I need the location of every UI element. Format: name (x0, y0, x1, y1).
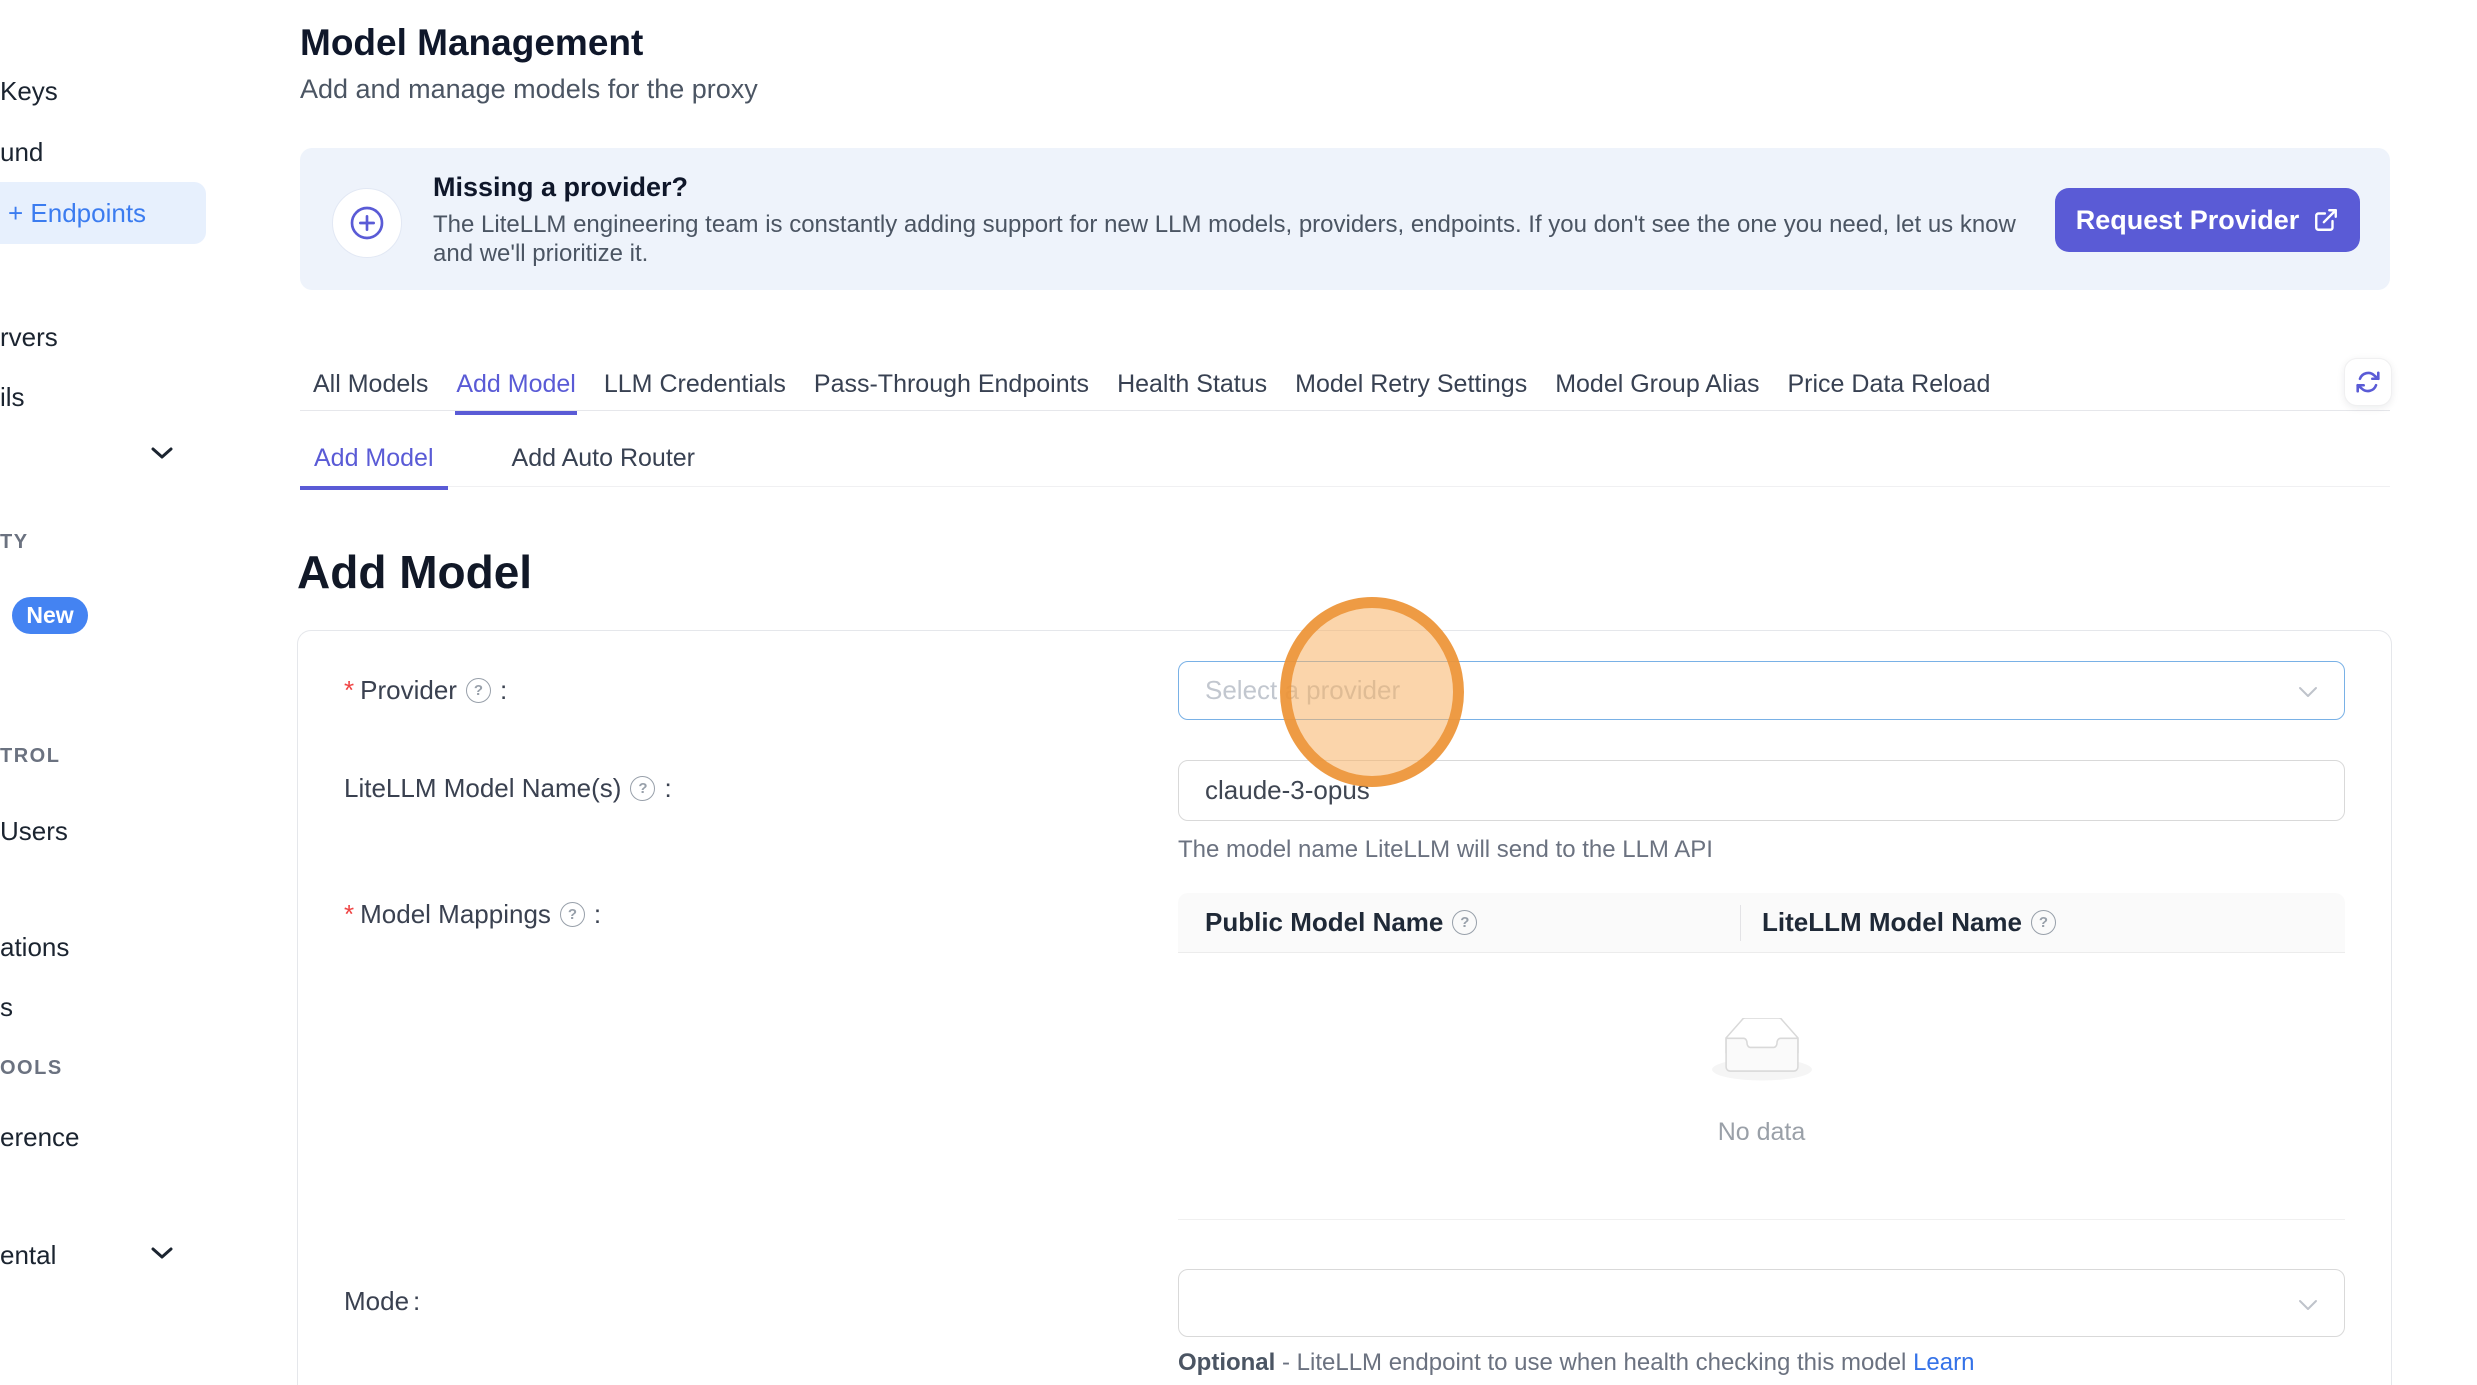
tab-llm-credentials[interactable]: LLM Credentials (603, 370, 787, 415)
model-management-page: Keys und + Endpoints rvers ils TY New TR… (0, 0, 2477, 1385)
sidebar-item-models-endpoints[interactable]: + Endpoints (0, 182, 206, 244)
sidebar-item-organizations[interactable]: ations (0, 932, 69, 963)
help-question-icon[interactable]: ? (560, 902, 585, 927)
subtab-add-model[interactable]: Add Model (300, 444, 448, 490)
subtabbar: Add Model Add Auto Router (300, 444, 709, 490)
request-provider-label: Request Provider (2076, 205, 2300, 236)
model-mappings-label-text: Model Mappings (360, 899, 551, 930)
mode-label: Mode : (344, 1286, 420, 1317)
label-colon: : (594, 899, 601, 930)
table-bottom-divider (1178, 1219, 2345, 1220)
tab-pass-through-endpoints[interactable]: Pass-Through Endpoints (813, 370, 1090, 415)
tab-model-group-alias[interactable]: Model Group Alias (1554, 370, 1760, 415)
provider-label: * Provider ? : (344, 675, 507, 706)
mode-select[interactable] (1178, 1269, 2345, 1337)
mode-label-text: Mode (344, 1286, 409, 1317)
model-name-helper: The model name LiteLLM will send to the … (1178, 836, 1713, 864)
help-question-icon[interactable]: ? (466, 678, 491, 703)
sidebar-item-label: + Endpoints (8, 198, 146, 229)
model-mappings-label: * Model Mappings ? : (344, 899, 601, 930)
sidebar-item-keys[interactable]: Keys (0, 76, 58, 107)
help-question-icon[interactable]: ? (2031, 910, 2056, 935)
mode-helper-text: - LiteLLM endpoint to use when health ch… (1275, 1349, 1913, 1376)
sidebar-item-experimental[interactable]: ental (0, 1240, 56, 1271)
mode-helper: Optional - LiteLLM endpoint to use when … (1178, 1349, 1974, 1377)
mappings-table-header: Public Model Name ? LiteLLM Model Name ? (1178, 893, 2345, 953)
model-name-label-text: LiteLLM Model Name(s) (344, 773, 621, 804)
sidebar-item-users[interactable]: Users (0, 816, 68, 847)
new-badge: New (12, 597, 88, 634)
sidebar-section-header: TY (0, 531, 29, 554)
mode-helper-bold: Optional (1178, 1349, 1275, 1376)
banner-body: The LiteLLM engineering team is constant… (433, 210, 2053, 268)
empty-inbox-icon (1178, 1018, 2345, 1087)
chevron-down-icon (2298, 1288, 2318, 1319)
chevron-down-icon[interactable] (150, 446, 174, 465)
column-header-text: LiteLLM Model Name (1762, 907, 2022, 938)
sidebar-item-reference[interactable]: erence (0, 1122, 80, 1153)
label-colon: : (500, 675, 507, 706)
column-header-text: Public Model Name (1205, 907, 1443, 938)
sidebar-section-header: TROL (0, 745, 60, 768)
sidebar-item-guardrails[interactable]: ils (0, 382, 25, 413)
column-header-litellm-model-name: LiteLLM Model Name ? (1740, 907, 2064, 938)
tab-price-data-reload[interactable]: Price Data Reload (1786, 370, 1991, 415)
provider-select-placeholder: Select a provider (1205, 675, 1400, 706)
request-provider-button[interactable]: Request Provider (2055, 188, 2360, 252)
subtab-add-auto-router[interactable]: Add Auto Router (498, 444, 709, 490)
banner-title: Missing a provider? (433, 172, 688, 203)
tab-model-retry-settings[interactable]: Model Retry Settings (1294, 370, 1528, 415)
sidebar-section-header: OOLS (0, 1057, 63, 1080)
page-title: Model Management (300, 22, 643, 64)
sidebar-item-playground[interactable]: und (0, 137, 43, 168)
plus-circle-icon (332, 188, 402, 258)
column-divider (1740, 905, 1741, 941)
tab-all-models[interactable]: All Models (312, 370, 429, 415)
chevron-down-icon[interactable] (150, 1246, 174, 1265)
page-subtitle: Add and manage models for the proxy (300, 74, 758, 105)
refresh-icon (2355, 369, 2381, 395)
model-name-label: LiteLLM Model Name(s) ? : (344, 773, 672, 804)
sidebar-item-servers[interactable]: rvers (0, 322, 58, 353)
sidebar-item-teams[interactable]: s (0, 992, 13, 1023)
learn-link[interactable]: Learn (1913, 1349, 1974, 1376)
tabbar: All Models Add Model LLM Credentials Pas… (312, 370, 1991, 415)
chevron-down-icon (2298, 675, 2318, 706)
provider-label-text: Provider (360, 675, 457, 706)
refresh-button[interactable] (2344, 358, 2392, 406)
no-data-text: No data (1178, 1118, 2345, 1147)
column-header-public-model-name: Public Model Name ? (1178, 907, 1740, 938)
label-colon: : (664, 773, 671, 804)
label-colon: : (413, 1286, 420, 1317)
form-heading: Add Model (297, 545, 532, 599)
tab-health-status[interactable]: Health Status (1116, 370, 1268, 415)
help-question-icon[interactable]: ? (630, 776, 655, 801)
model-name-input[interactable] (1178, 760, 2345, 821)
required-asterisk: * (344, 899, 354, 930)
external-link-icon (2313, 207, 2339, 233)
tab-add-model[interactable]: Add Model (455, 370, 577, 415)
provider-select[interactable]: Select a provider (1178, 661, 2345, 720)
help-question-icon[interactable]: ? (1452, 910, 1477, 935)
required-asterisk: * (344, 675, 354, 706)
